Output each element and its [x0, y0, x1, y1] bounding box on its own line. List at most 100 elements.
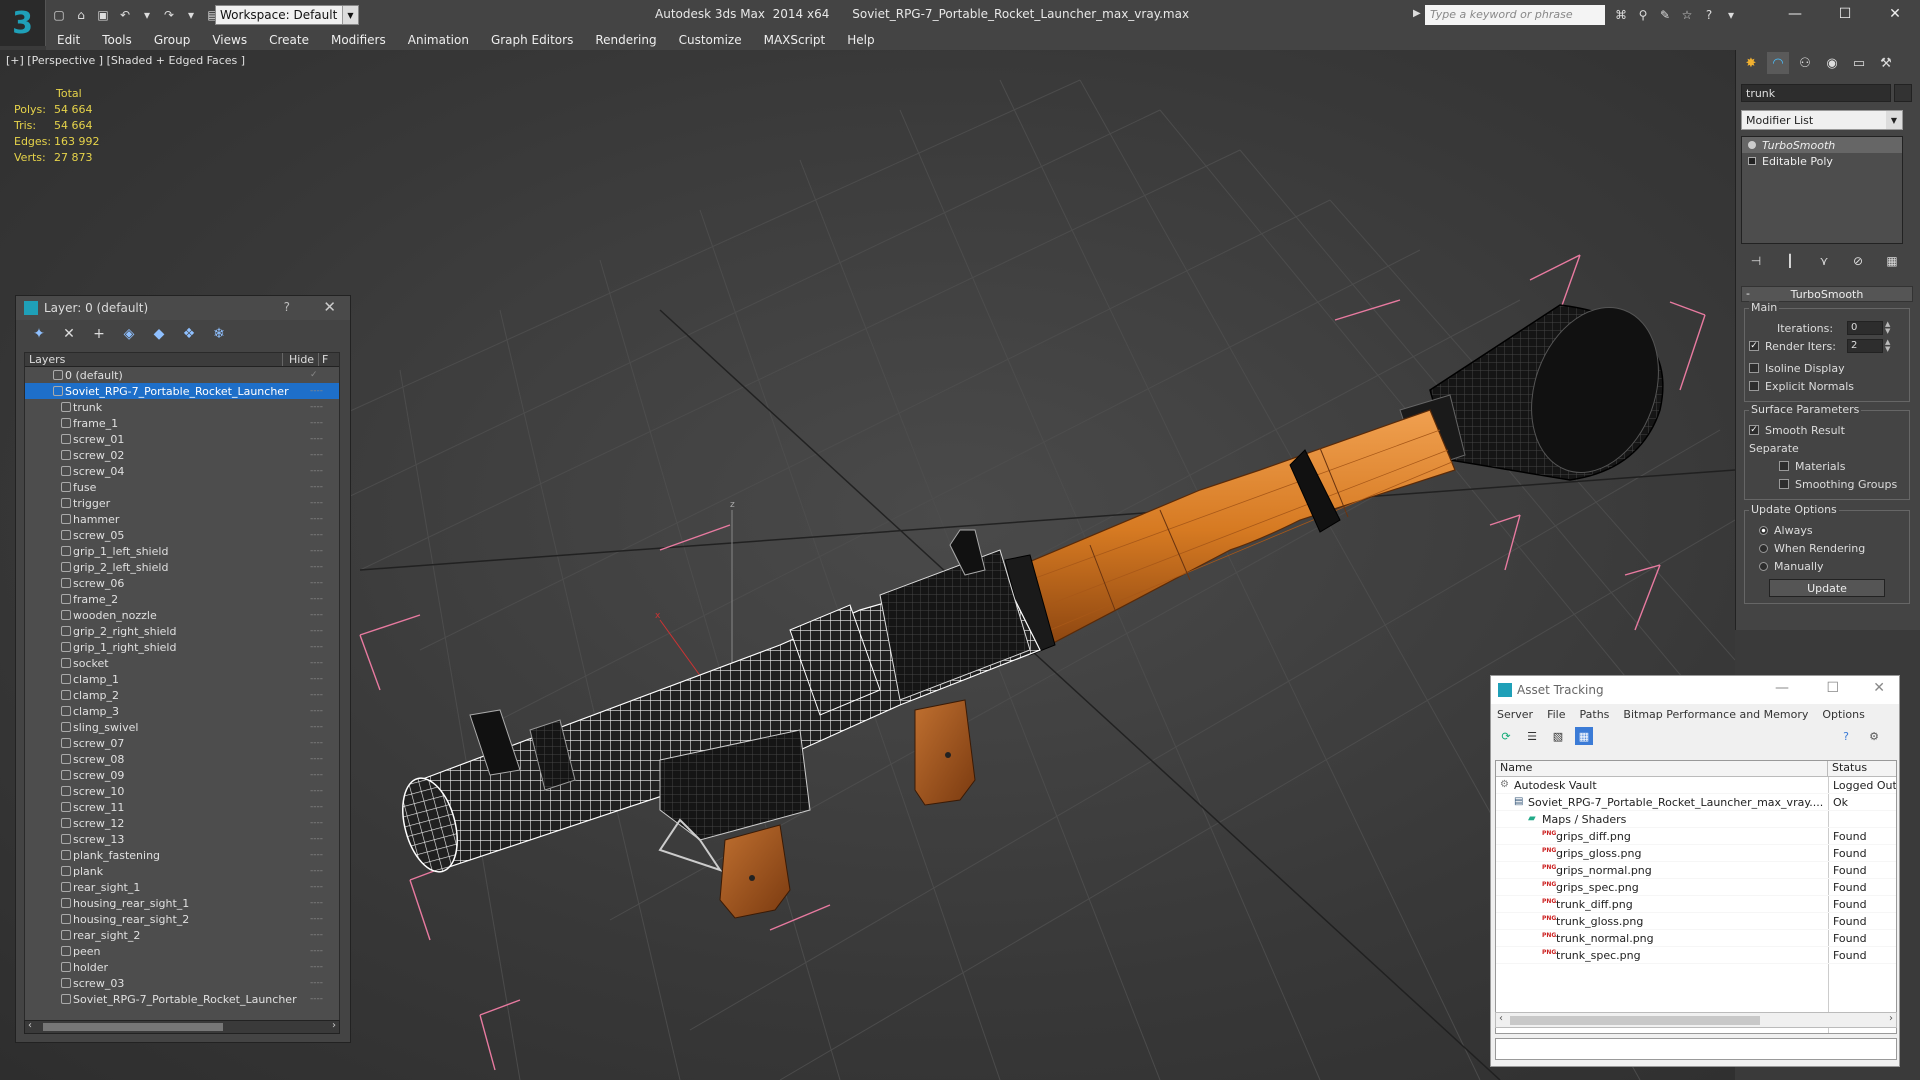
hide-toggle[interactable]: ---- — [310, 866, 323, 876]
menu-tools[interactable]: Tools — [91, 33, 143, 47]
menu-paths[interactable]: Paths — [1580, 708, 1610, 721]
materials-checkbox[interactable] — [1779, 461, 1789, 471]
search-expand-icon[interactable]: ▶ — [1413, 8, 1421, 19]
render-iters-checkbox[interactable]: ✓ — [1749, 341, 1759, 351]
object-row[interactable]: rear_sight_2 ---- — [25, 927, 339, 943]
object-row[interactable]: clamp_2 ---- — [25, 687, 339, 703]
object-name-field[interactable]: trunk — [1741, 84, 1891, 102]
minimize-icon[interactable]: — — [1770, 0, 1820, 28]
close-icon[interactable]: ✕ — [1870, 0, 1920, 28]
undo-icon[interactable]: ↶ — [116, 6, 134, 24]
refresh-icon[interactable]: ⟳ — [1497, 727, 1515, 745]
menu-options[interactable]: Options — [1822, 708, 1864, 721]
column-name[interactable]: Name — [1496, 761, 1828, 776]
always-radio[interactable] — [1759, 525, 1768, 535]
object-row[interactable]: Soviet_RPG-7_Portable_Rocket_Launcher ---… — [25, 991, 339, 1007]
configure-sets-icon[interactable]: ▦ — [1881, 251, 1903, 271]
hide-toggle[interactable]: ---- — [310, 626, 323, 636]
scroll-left-icon[interactable]: ‹ — [28, 1020, 32, 1031]
communication-icon[interactable]: ✎ — [1656, 6, 1674, 24]
hide-toggle[interactable]: ---- — [310, 386, 323, 396]
settings-icon[interactable]: ⚙ — [1865, 727, 1883, 745]
undo-dropdown-icon[interactable]: ▾ — [138, 6, 156, 24]
object-row[interactable]: trunk ---- — [25, 399, 339, 415]
object-row[interactable]: clamp_1 ---- — [25, 671, 339, 687]
column-status[interactable]: Status — [1828, 761, 1867, 776]
hide-toggle[interactable]: ---- — [310, 482, 323, 492]
column-freeze[interactable]: F — [319, 353, 328, 366]
smoothing-groups-checkbox[interactable] — [1779, 479, 1789, 489]
hide-toggle[interactable]: ---- — [310, 754, 323, 764]
hide-toggle[interactable]: ---- — [310, 642, 323, 652]
menu-modifiers[interactable]: Modifiers — [320, 33, 397, 47]
close-icon[interactable]: ✕ — [1873, 680, 1885, 696]
object-row[interactable]: sling_swivel ---- — [25, 719, 339, 735]
hide-toggle[interactable]: ---- — [310, 946, 323, 956]
object-row[interactable]: screw_12 ---- — [25, 815, 339, 831]
hide-toggle[interactable]: ---- — [310, 514, 323, 524]
object-row[interactable]: peen ---- — [25, 943, 339, 959]
object-color-swatch[interactable] — [1894, 84, 1912, 102]
spinner-arrows-icon[interactable]: ▲ ▼ — [1885, 339, 1890, 353]
hide-toggle[interactable]: ---- — [310, 978, 323, 988]
iterations-spinner[interactable]: 0 — [1847, 321, 1883, 335]
viewport-label[interactable]: [+] [Perspective ] [Shaded + Edged Faces… — [6, 54, 245, 67]
favorites-star-icon[interactable]: ☆ — [1678, 6, 1696, 24]
object-row[interactable]: plank ---- — [25, 863, 339, 879]
spinner-arrows-icon[interactable]: ▲ ▼ — [1885, 321, 1890, 335]
help-icon[interactable]: ? — [1700, 6, 1718, 24]
render-iters-spinner[interactable]: 2 — [1847, 339, 1883, 353]
scrollbar-thumb[interactable] — [43, 1023, 223, 1031]
asset-row[interactable]: PNG trunk_normal.png Found — [1496, 930, 1896, 947]
object-row[interactable]: screw_10 ---- — [25, 783, 339, 799]
horizontal-scrollbar[interactable]: ‹ › — [24, 1020, 340, 1034]
hide-toggle[interactable]: ---- — [310, 722, 323, 732]
asset-row[interactable]: ▤ Soviet_RPG-7_Portable_Rocket_Launcher_m… — [1496, 794, 1896, 811]
motion-tab-icon[interactable]: ◉ — [1821, 52, 1843, 74]
menu-edit[interactable]: Edit — [46, 33, 91, 47]
menu-group[interactable]: Group — [143, 33, 202, 47]
search-input[interactable]: Type a keyword or phrase — [1425, 5, 1605, 25]
rollout-header[interactable]: - TurboSmooth — [1741, 286, 1913, 302]
workspace-dropdown[interactable]: Workspace: Default ▼ — [215, 5, 359, 25]
menu-file[interactable]: File — [1547, 708, 1565, 721]
scroll-left-icon[interactable]: ‹ — [1499, 1013, 1503, 1024]
expand-icon[interactable] — [1748, 157, 1756, 165]
object-row[interactable]: clamp_3 ---- — [25, 703, 339, 719]
object-row[interactable]: hammer ---- — [25, 511, 339, 527]
object-row[interactable]: screw_06 ---- — [25, 575, 339, 591]
asset-row[interactable]: PNG trunk_spec.png Found — [1496, 947, 1896, 964]
hide-toggle[interactable]: ---- — [310, 930, 323, 940]
object-row[interactable]: frame_1 ---- — [25, 415, 339, 431]
asset-path-field[interactable] — [1495, 1038, 1897, 1060]
highlight-layers-icon[interactable]: ◆ — [148, 323, 170, 345]
create-tab-icon[interactable]: ✸ — [1740, 52, 1762, 74]
object-row[interactable]: wooden_nozzle ---- — [25, 607, 339, 623]
asset-row[interactable]: PNG trunk_diff.png Found — [1496, 896, 1896, 913]
new-file-icon[interactable]: ▢ — [50, 6, 68, 24]
hide-toggle[interactable]: ---- — [310, 658, 323, 668]
menu-maxscript[interactable]: MAXScript — [753, 33, 837, 47]
hide-toggle[interactable]: ---- — [310, 562, 323, 572]
object-row[interactable]: screw_01 ---- — [25, 431, 339, 447]
explicit-normals-checkbox[interactable] — [1749, 381, 1759, 391]
utilities-tab-icon[interactable]: ⚒ — [1875, 52, 1897, 74]
asset-row[interactable]: ⚙ Autodesk Vault Logged Out — [1496, 777, 1896, 794]
object-row[interactable]: screw_05 ---- — [25, 527, 339, 543]
menu-graph-editors[interactable]: Graph Editors — [480, 33, 584, 47]
object-row[interactable]: rear_sight_1 ---- — [25, 879, 339, 895]
table-view-icon[interactable]: ▦ — [1575, 727, 1593, 745]
menu-help[interactable]: Help — [836, 33, 885, 47]
pin-stack-icon[interactable]: ⊣ — [1745, 251, 1767, 271]
object-row[interactable]: screw_03 ---- — [25, 975, 339, 991]
menu-animation[interactable]: Animation — [397, 33, 480, 47]
object-row[interactable]: fuse ---- — [25, 479, 339, 495]
menu-rendering[interactable]: Rendering — [584, 33, 667, 47]
object-row[interactable]: screw_13 ---- — [25, 831, 339, 847]
redo-icon[interactable]: ↷ — [160, 6, 178, 24]
maximize-icon[interactable]: ☐ — [1826, 680, 1839, 696]
new-layer-icon[interactable]: ✦ — [28, 323, 50, 345]
object-row[interactable]: screw_11 ---- — [25, 799, 339, 815]
menu-server[interactable]: Server — [1497, 708, 1533, 721]
asset-row[interactable]: ▰ Maps / Shaders — [1496, 811, 1896, 828]
